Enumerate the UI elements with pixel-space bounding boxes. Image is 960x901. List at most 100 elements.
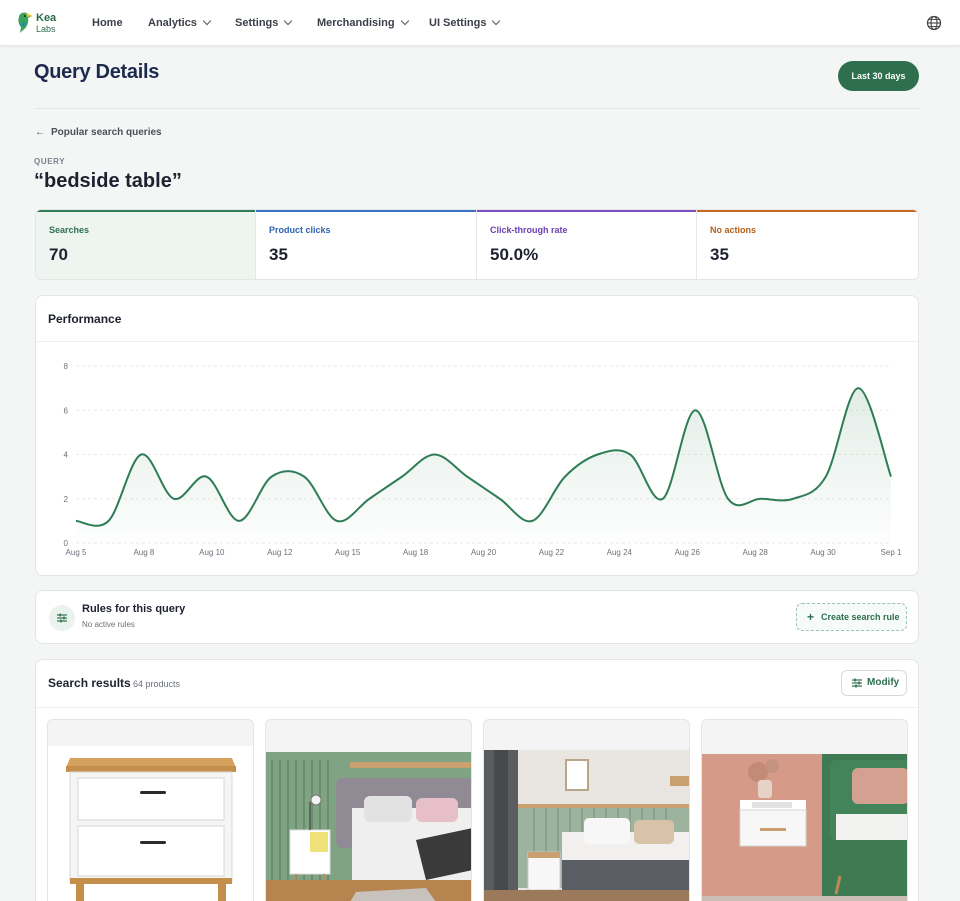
performance-card: Performance 0 2 4 6 8 Aug 5 Aug 8 Aug 10 Aug 12… — [35, 295, 919, 576]
product-card[interactable] — [483, 719, 690, 901]
data-point[interactable] — [758, 496, 763, 501]
data-point[interactable] — [269, 474, 274, 479]
product-image-sage-bedroom — [484, 750, 689, 901]
stat-value: 35 — [269, 245, 288, 264]
nav-ui-settings[interactable]: UI Settings — [429, 16, 501, 30]
sliders-icon — [49, 605, 75, 631]
stat-card-searches[interactable]: Searches 70 — [36, 210, 256, 279]
rules-card: Rules for this query No active rules + Cr… — [35, 590, 919, 644]
chevron-down-icon — [284, 16, 293, 26]
stats-row: Searches 70 Product clicks 35 Click-thro… — [35, 209, 919, 280]
stat-value: 70 — [49, 245, 68, 264]
back-link-label: Popular search queries — [51, 127, 162, 138]
product-card[interactable] — [701, 719, 908, 901]
chevron-down-icon — [400, 16, 409, 26]
data-point[interactable] — [302, 474, 307, 479]
date-range-button[interactable]: Last 30 days — [838, 61, 919, 91]
stat-label: Product clicks — [269, 225, 331, 235]
stat-accent-bar — [477, 210, 696, 212]
x-tick-label: Aug 12 — [267, 548, 293, 557]
modify-button[interactable]: Modify — [841, 670, 907, 696]
search-results-title: Search results — [48, 676, 131, 690]
data-point[interactable] — [237, 518, 242, 523]
search-results-count: 64 products — [133, 679, 181, 689]
performance-title: Performance — [48, 312, 122, 326]
brand-subname: Labs — [36, 24, 56, 34]
data-point[interactable] — [139, 452, 144, 457]
nav-settings[interactable]: Settings — [235, 16, 293, 30]
query-text: “bedside table” — [34, 170, 182, 192]
performance-chart[interactable]: 0 2 4 6 8 Aug 5 Aug 8 Aug 10 Aug 12 Aug 15 Aug 18… — [36, 342, 918, 572]
x-tick-label: Aug 8 — [133, 548, 154, 557]
nav-analytics[interactable]: Analytics — [148, 16, 212, 30]
create-search-rule-label: Create search rule — [821, 612, 900, 622]
data-point[interactable] — [889, 474, 894, 479]
data-point[interactable] — [823, 474, 828, 479]
data-point[interactable] — [530, 518, 535, 523]
y-tick-label: 2 — [64, 495, 69, 504]
create-search-rule-button[interactable]: + Create search rule — [796, 603, 907, 631]
x-tick-label: Aug 10 — [199, 548, 225, 557]
y-tick-label: 6 — [64, 406, 69, 415]
nav-settings-label: Settings — [235, 17, 279, 29]
data-point[interactable] — [497, 496, 502, 501]
data-point[interactable] — [791, 496, 796, 501]
data-point[interactable] — [595, 452, 600, 457]
data-point[interactable] — [856, 386, 861, 391]
header-divider — [34, 108, 919, 109]
query-label: QUERY — [34, 157, 66, 166]
data-point[interactable] — [400, 474, 405, 479]
stat-accent-bar — [256, 210, 476, 212]
data-point[interactable] — [432, 452, 437, 457]
nav-merchandising[interactable]: Merchandising — [317, 16, 409, 30]
stat-card-click-through-rate[interactable]: Click-through rate 50.0% — [477, 210, 697, 279]
brand-name: Kea — [36, 12, 57, 24]
data-point[interactable] — [334, 518, 339, 523]
stat-label: Searches — [49, 225, 90, 235]
data-point[interactable] — [465, 474, 470, 479]
sliders-icon — [852, 678, 862, 688]
stat-label: No actions — [710, 225, 757, 235]
product-card[interactable] — [47, 719, 254, 901]
brand-logo[interactable]: Kea Labs — [16, 11, 60, 37]
chevron-down-icon — [492, 16, 501, 26]
stat-value: 50.0% — [490, 245, 539, 264]
data-point[interactable] — [74, 518, 79, 523]
page-title: Query Details — [34, 61, 160, 83]
top-navigation: Kea Labs Home Analytics Settings Merchan… — [0, 0, 960, 46]
data-point[interactable] — [693, 408, 698, 413]
back-link[interactable]: ← Popular search queries — [35, 126, 162, 140]
rules-subtitle: No active rules — [82, 620, 135, 629]
x-tick-label: Aug 20 — [471, 548, 497, 557]
stat-card-product-clicks[interactable]: Product clicks 35 — [256, 210, 477, 279]
x-tick-label: Aug 26 — [675, 548, 701, 557]
plus-icon: + — [807, 610, 815, 624]
arrow-left-icon: ← — [35, 127, 45, 138]
data-point[interactable] — [367, 496, 372, 501]
x-tick-label: Aug 18 — [403, 548, 429, 557]
x-tick-label: Sep 1 — [881, 548, 902, 557]
data-point[interactable] — [171, 496, 176, 501]
parrot-logo-icon — [18, 12, 32, 33]
stat-card-no-actions[interactable]: No actions 35 — [697, 210, 918, 279]
data-point[interactable] — [106, 518, 111, 523]
data-point[interactable] — [204, 474, 209, 479]
product-image-green-bedroom — [266, 752, 471, 901]
nav-merchandising-label: Merchandising — [317, 17, 395, 29]
globe-icon[interactable] — [926, 15, 942, 31]
nav-home[interactable]: Home — [92, 16, 123, 30]
x-tick-label: Aug 28 — [742, 548, 768, 557]
stat-accent-bar — [697, 210, 918, 212]
stat-value: 35 — [710, 245, 729, 264]
product-card[interactable] — [265, 719, 472, 901]
data-point[interactable] — [563, 474, 568, 479]
x-tick-label: Aug 22 — [539, 548, 565, 557]
data-point[interactable] — [726, 496, 731, 501]
modify-label: Modify — [867, 677, 900, 688]
stat-label: Click-through rate — [490, 225, 568, 235]
data-point[interactable] — [628, 452, 633, 457]
data-point[interactable] — [660, 496, 665, 501]
card-divider — [36, 707, 918, 708]
nav-ui-settings-label: UI Settings — [429, 17, 487, 29]
y-tick-label: 4 — [64, 451, 69, 460]
